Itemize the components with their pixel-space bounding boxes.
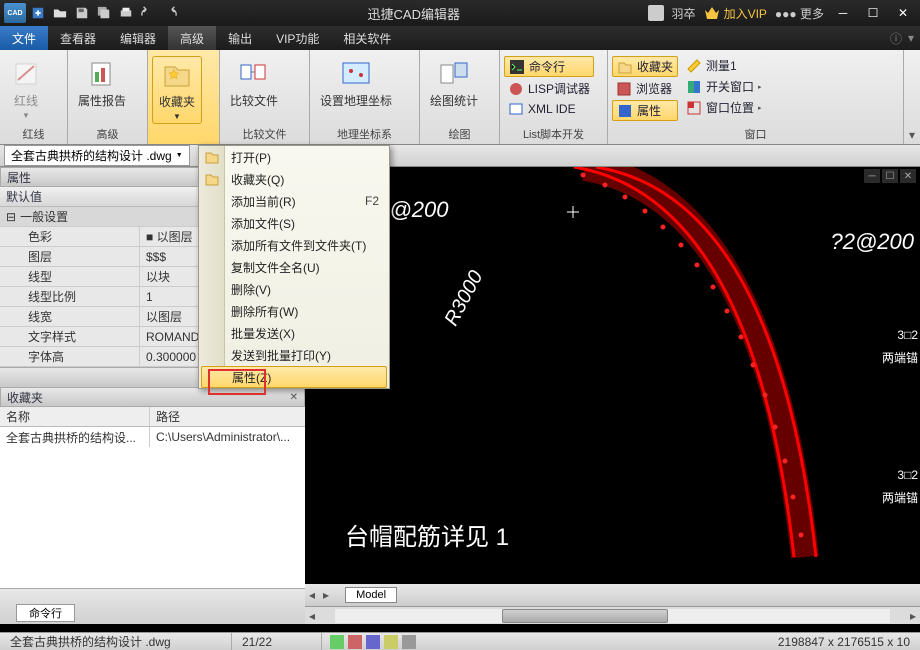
dd-delete[interactable]: 删除(V): [199, 278, 389, 300]
prop-key: 线宽: [0, 307, 140, 326]
fav-panel-header: 收藏夹✕: [0, 387, 305, 407]
cmdline-tab[interactable]: 命令行: [16, 604, 75, 622]
xmlide-button[interactable]: XML IDE: [504, 100, 594, 118]
dd-add-current[interactable]: 添加当前(R)F2: [199, 190, 389, 212]
vip-button[interactable]: 加入VIP: [704, 5, 767, 22]
app-title: 迅捷CAD编辑器: [180, 4, 648, 23]
favorites-button[interactable]: 收藏夹▼: [152, 56, 202, 124]
menu-output[interactable]: 输出: [216, 26, 264, 50]
status-coords: 2198847 x 2176515 x 10: [768, 635, 920, 649]
fav-panel-button[interactable]: 收藏夹: [612, 56, 678, 77]
props-panel-button[interactable]: 属性: [612, 100, 678, 121]
menu-vip[interactable]: VIP功能: [264, 26, 331, 50]
prop-key: 线型: [0, 267, 140, 286]
window-pos-button[interactable]: 窗口位置▸: [682, 98, 766, 117]
new-icon[interactable]: [28, 3, 48, 23]
attr-report-button[interactable]: 属性报告: [72, 56, 132, 111]
close-button[interactable]: ✕: [892, 4, 914, 22]
file-tab[interactable]: 全套古典拱桥的结构设计 .dwg▼: [4, 145, 190, 166]
canvas-text: 3□2两端锚: [882, 322, 918, 368]
prop-section-general[interactable]: 一般设置: [20, 208, 68, 225]
canvas-text: ?2@200: [830, 229, 914, 255]
save-icon[interactable]: [72, 3, 92, 23]
prop-key: 字体高: [0, 347, 140, 366]
dd-open[interactable]: 打开(P): [199, 146, 389, 168]
group-redline-label: 红线: [4, 126, 63, 142]
prop-key: 图层: [0, 247, 140, 266]
dd-add-all[interactable]: 添加所有文件到文件夹(T): [199, 234, 389, 256]
model-tab[interactable]: Model: [345, 587, 397, 603]
favorites-dropdown: 打开(P) 收藏夹(Q) 添加当前(R)F2 添加文件(S) 添加所有文件到文件…: [198, 145, 390, 389]
maximize-button[interactable]: ☐: [862, 4, 884, 22]
statusbar: 全套古典拱桥的结构设计 .dwg 21/22 2198847 x 2176515…: [0, 632, 920, 650]
fav-close-icon[interactable]: ✕: [290, 392, 298, 403]
ribbon-expand-icon[interactable]: ▾: [904, 50, 920, 144]
prop-key: 文字样式: [0, 327, 140, 346]
group-stats-label: 绘图: [424, 126, 495, 142]
group-script-label: List脚本开发: [504, 126, 603, 142]
undo-icon[interactable]: [138, 3, 158, 23]
menu-viewer[interactable]: 查看器: [48, 26, 108, 50]
dd-batch-print[interactable]: 发送到批量打印(Y): [199, 344, 389, 366]
dd-favorites[interactable]: 收藏夹(Q): [199, 168, 389, 190]
cmdline-button[interactable]: 命令行: [504, 56, 594, 77]
status-page: 21/22: [232, 633, 322, 650]
group-compare-label: 比较文件: [224, 126, 305, 142]
redline-button: 红线▼: [4, 56, 48, 122]
user-name[interactable]: 羽卒: [672, 5, 696, 22]
menu-file[interactable]: 文件: [0, 26, 48, 50]
menubar: 文件 查看器 编辑器 高级 输出 VIP功能 相关软件 ⓘ ▾: [0, 26, 920, 50]
menu-advanced[interactable]: 高级: [168, 26, 216, 50]
compare-button[interactable]: 比较文件: [224, 56, 284, 111]
tab-next-icon[interactable]: ▸: [319, 588, 333, 602]
redo-icon[interactable]: [160, 3, 180, 23]
dd-delete-all[interactable]: 删除所有(W): [199, 300, 389, 322]
app-icon: CAD: [4, 3, 26, 23]
stats-button[interactable]: 绘图统计: [424, 56, 484, 111]
open-icon[interactable]: [50, 3, 70, 23]
user-icon[interactable]: [648, 5, 664, 21]
group-fav-label: [152, 126, 215, 142]
print-icon[interactable]: [116, 3, 136, 23]
canvas-text: 3□2两端锚: [882, 462, 918, 508]
menu-related[interactable]: 相关软件: [331, 26, 403, 50]
prop-key: 色彩: [0, 227, 140, 246]
prop-key: 线型比例: [0, 287, 140, 306]
dd-batch-send[interactable]: 批量发送(X): [199, 322, 389, 344]
dd-copy-name[interactable]: 复制文件全名(U): [199, 256, 389, 278]
dd-properties[interactable]: 属性(Z): [201, 366, 387, 388]
group-window-label: 窗口: [612, 126, 899, 142]
hscrollbar[interactable]: ◂ ▸: [305, 606, 920, 624]
dd-add-file[interactable]: 添加文件(S): [199, 212, 389, 234]
toggle-window-button[interactable]: 开关窗口▸: [682, 77, 766, 96]
lisp-button[interactable]: LISP调试器: [504, 79, 594, 98]
filebar: 全套古典拱桥的结构设计 .dwg▼: [0, 145, 920, 167]
fav-col-name[interactable]: 名称: [0, 407, 150, 426]
browser-button[interactable]: 浏览器: [612, 79, 678, 98]
titlebar: CAD 迅捷CAD编辑器 羽卒 加入VIP ●●● 更多 ─ ☐ ✕: [0, 0, 920, 26]
status-file: 全套古典拱桥的结构设计 .dwg: [0, 633, 232, 650]
fav-col-path[interactable]: 路径: [150, 407, 186, 426]
saveall-icon[interactable]: [94, 3, 114, 23]
group-advanced-label: 高级: [72, 126, 143, 142]
group-geo-label: 地理坐标系: [314, 126, 415, 142]
menu-chevron-icon[interactable]: ▾: [908, 31, 914, 45]
status-toggles[interactable]: [322, 635, 424, 649]
drawing-canvas[interactable]: ─ ☐ ✕: [305, 167, 920, 624]
minimize-button[interactable]: ─: [832, 4, 854, 22]
fav-row[interactable]: 全套古典拱桥的结构设... C:\Users\Administrator\...: [0, 427, 305, 447]
help-icon[interactable]: ⓘ: [890, 30, 902, 47]
tab-prev-icon[interactable]: ◂: [305, 588, 319, 602]
menu-editor[interactable]: 编辑器: [108, 26, 168, 50]
canvas-text: 台帽配筋详见 1: [345, 517, 509, 552]
ribbon: 红线▼ 红线 属性报告 高级 收藏夹▼ 比较文件 比较文件 设置地理坐标 地理坐…: [0, 50, 920, 145]
geo-button[interactable]: 设置地理坐标: [314, 56, 398, 111]
measure-button[interactable]: 测量1: [682, 56, 766, 75]
more-button[interactable]: ●●● 更多: [775, 5, 824, 22]
